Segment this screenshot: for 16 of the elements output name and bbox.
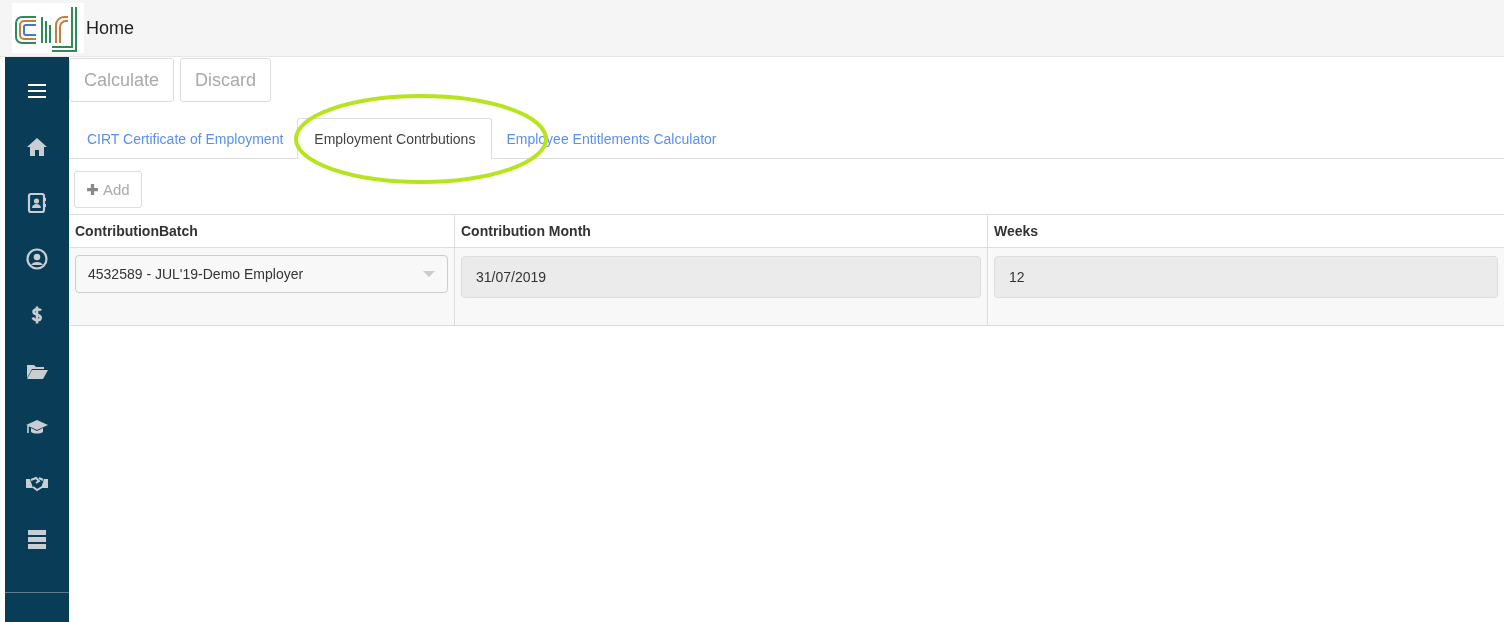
home-icon[interactable] [25,135,49,159]
dropdown-caret-icon [423,270,435,278]
column-header: Weeks [987,214,1504,248]
tab[interactable]: Employment Contrbutions [297,118,493,159]
column-header: Contribution Month [454,214,988,248]
page-title: Home [86,17,134,39]
server-icon[interactable] [25,527,49,551]
user-circle-icon[interactable] [25,247,49,271]
logo-icon [12,3,84,53]
tab[interactable]: CIRT Certificate of Employment [73,118,298,158]
readonly-field[interactable]: 31/07/2019 [461,256,981,298]
plus-icon [86,183,99,196]
batch-dropdown[interactable]: 4532589 - JUL'19-Demo Employer [75,255,448,293]
contact-card-icon[interactable] [25,191,49,215]
column-header: ContributionBatch [69,214,455,248]
readonly-field[interactable]: 12 [994,256,1498,298]
